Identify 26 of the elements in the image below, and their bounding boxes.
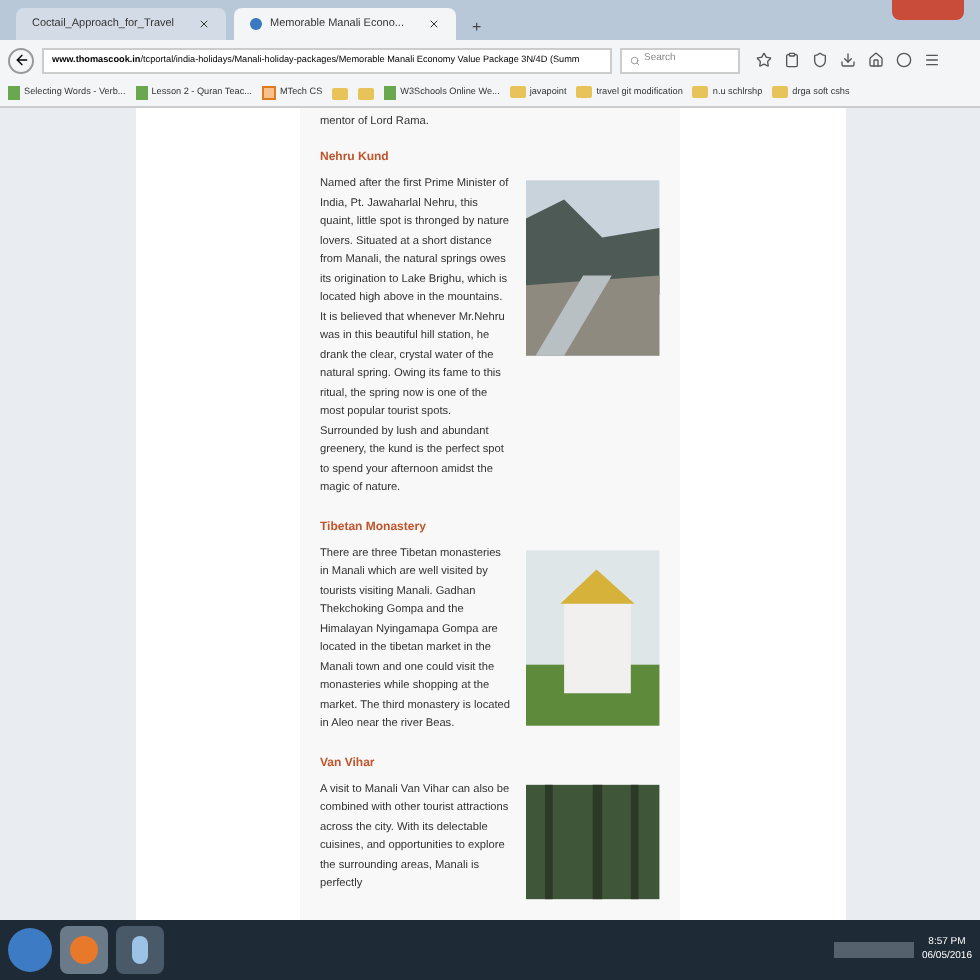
back-arrow-icon (13, 52, 29, 68)
clipboard-icon[interactable] (784, 52, 800, 68)
folder-icon (772, 86, 789, 99)
folder-icon (692, 86, 709, 99)
close-icon[interactable] (198, 18, 211, 30)
circle-icon[interactable] (896, 52, 912, 68)
new-tab-button[interactable]: + (463, 16, 490, 40)
close-icon[interactable] (427, 18, 440, 30)
page-icon (384, 86, 397, 100)
app-taskbar-icon[interactable] (116, 926, 164, 974)
back-button[interactable] (8, 47, 34, 73)
page-icon (8, 86, 20, 100)
download-icon[interactable] (840, 52, 856, 68)
app-icon (261, 86, 276, 100)
start-button[interactable] (8, 928, 52, 972)
globe-icon (250, 18, 263, 30)
search-icon (630, 55, 640, 65)
folder-icon (509, 86, 526, 99)
folder-icon (576, 86, 593, 99)
page-icon (135, 86, 148, 100)
shield-icon[interactable] (812, 52, 828, 68)
star-icon[interactable] (756, 52, 772, 68)
browser-taskbar-icon[interactable] (60, 926, 108, 974)
photo-placeholder (526, 781, 660, 902)
menu-icon[interactable] (924, 52, 940, 68)
home-icon[interactable] (868, 52, 884, 68)
